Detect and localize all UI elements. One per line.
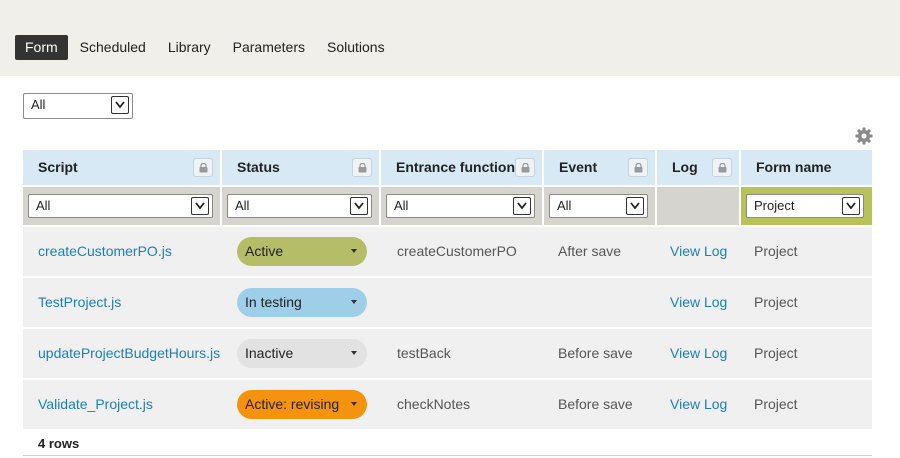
tab-parameters[interactable]: Parameters [223, 35, 315, 60]
filter-select-entrance-function[interactable]: All [386, 194, 535, 218]
lock-icon[interactable] [712, 158, 732, 177]
entrance-function-cell: checkNotes [397, 396, 471, 412]
event-cell: Before save [558, 396, 633, 412]
tab-solutions[interactable]: Solutions [317, 35, 395, 60]
lock-icon[interactable] [352, 158, 372, 177]
table-row: updateProjectBudgetHours.js Inactive tes… [23, 329, 872, 378]
chevron-down-icon [350, 197, 368, 215]
filter-value: All [235, 198, 250, 213]
filter-value: Project [754, 198, 795, 213]
tab-bar: Form Scheduled Library Parameters Soluti… [15, 35, 397, 60]
filter-select-form-name[interactable]: Project [746, 194, 864, 218]
filter-cell-log [657, 187, 739, 225]
caret-down-icon [351, 300, 357, 304]
tab-form[interactable]: Form [15, 35, 68, 60]
caret-down-icon [351, 249, 357, 253]
caret-down-icon [351, 351, 357, 355]
column-header-label: Status [237, 159, 280, 175]
filter-cell-script: All [23, 187, 220, 225]
entrance-function-cell: createCustomerPO [397, 243, 517, 259]
status-label: Inactive [245, 345, 294, 361]
column-header-form-name[interactable]: Form name [741, 150, 872, 185]
tab-library[interactable]: Library [158, 35, 221, 60]
event-cell: Before save [558, 345, 633, 361]
column-header-label: Entrance function [396, 159, 516, 175]
status-label: Active: revising [245, 396, 340, 412]
filter-select-event[interactable]: All [549, 194, 648, 218]
column-header-label: Log [672, 159, 698, 175]
filter-value: All [36, 198, 51, 213]
filter-value: All [394, 198, 409, 213]
table-row: TestProject.js In testing View Log Proje… [23, 278, 872, 327]
entrance-function-cell: testBack [397, 345, 451, 361]
column-header-label: Form name [756, 159, 832, 175]
status-label: Active [245, 243, 284, 259]
form-name-cell: Project [754, 345, 798, 361]
filter-cell-status: All [222, 187, 379, 225]
chevron-down-icon [191, 197, 209, 215]
filter-cell-form-name: Project [741, 187, 872, 225]
view-log-link[interactable]: View Log [670, 227, 727, 276]
status-dropdown[interactable]: Inactive [237, 339, 367, 368]
row-count: 4 rows [38, 436, 80, 451]
column-header-script[interactable]: Script [23, 150, 220, 185]
form-name-cell: Project [754, 396, 798, 412]
table-row: createCustomerPO.js Active createCustome… [23, 227, 872, 276]
script-link[interactable]: updateProjectBudgetHours.js [38, 329, 220, 378]
status-dropdown[interactable]: Active: revising [237, 390, 367, 419]
script-link[interactable]: Validate_Project.js [38, 380, 153, 429]
status-dropdown[interactable]: In testing [237, 288, 367, 317]
filter-cell-event: All [544, 187, 655, 225]
scope-filter-value: All [31, 97, 46, 112]
filter-select-status[interactable]: All [227, 194, 372, 218]
status-dropdown[interactable]: Active [237, 237, 367, 266]
scope-filter-select[interactable]: All [23, 93, 133, 119]
chevron-down-icon [842, 197, 860, 215]
view-log-link[interactable]: View Log [670, 380, 727, 429]
filter-cell-entrance-function: All [381, 187, 542, 225]
lock-icon[interactable] [515, 158, 535, 177]
column-header-event[interactable]: Event [544, 150, 655, 185]
caret-down-icon [351, 402, 357, 406]
status-label: In testing [245, 294, 302, 310]
table-row: Validate_Project.js Active: revising che… [23, 380, 872, 429]
top-bar: Form Scheduled Library Parameters Soluti… [0, 0, 900, 76]
tab-scheduled[interactable]: Scheduled [70, 35, 156, 60]
lock-icon[interactable] [628, 158, 648, 177]
column-header-label: Event [559, 159, 598, 175]
script-link[interactable]: TestProject.js [38, 278, 121, 327]
chevron-down-icon [513, 197, 531, 215]
view-log-link[interactable]: View Log [670, 278, 727, 327]
chevron-down-icon [626, 197, 644, 215]
column-header-status[interactable]: Status [222, 150, 379, 185]
form-name-cell: Project [754, 294, 798, 310]
chevron-down-icon [111, 96, 129, 114]
grid-footer: 4 rows [23, 430, 872, 456]
lock-icon[interactable] [193, 158, 213, 177]
column-header-entrance-function[interactable]: Entrance function [381, 150, 542, 185]
view-log-link[interactable]: View Log [670, 329, 727, 378]
column-header-log[interactable]: Log [657, 150, 739, 185]
filter-select-script[interactable]: All [28, 194, 213, 218]
event-cell: After save [558, 243, 622, 259]
script-link[interactable]: createCustomerPO.js [38, 227, 172, 276]
column-header-label: Script [38, 159, 78, 175]
form-name-cell: Project [754, 243, 798, 259]
filter-value: All [557, 198, 572, 213]
gear-icon[interactable] [855, 127, 873, 145]
